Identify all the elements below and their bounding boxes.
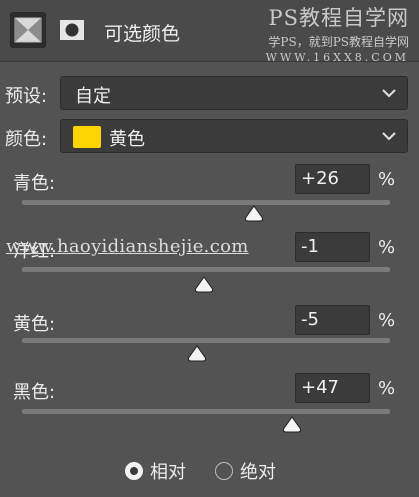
radio-absolute-label: 绝对 (240, 462, 276, 483)
layer-mask-icon (60, 20, 84, 40)
magenta-slider-thumb[interactable] (194, 276, 214, 293)
layer-mask-button[interactable] (54, 12, 90, 48)
cyan-label: 青色: (13, 173, 56, 194)
adjustment-mode-button[interactable] (10, 12, 46, 48)
black-slider-track[interactable] (22, 409, 390, 414)
cyan-slider-track[interactable] (22, 200, 390, 205)
magenta-percent-sign: % (378, 237, 396, 258)
magenta-value-input[interactable]: -1 (295, 232, 370, 262)
chevron-down-icon (382, 89, 396, 98)
preset-value: 自定 (75, 86, 111, 107)
radio-relative-label: 相对 (150, 462, 186, 483)
yellow-percent-sign: % (378, 310, 396, 331)
selective-color-icon (14, 17, 42, 43)
black-percent-sign: % (378, 378, 396, 399)
color-swatch (73, 126, 101, 148)
radio-unselected-icon (215, 462, 233, 480)
preset-select[interactable]: 自定 (60, 76, 408, 110)
yellow-slider-track[interactable] (22, 338, 390, 343)
panel-title: 可选颜色 (104, 23, 181, 45)
preset-label: 预设: (5, 86, 48, 107)
colors-value: 黄色 (109, 129, 145, 150)
black-value-input[interactable]: +47 (295, 373, 370, 403)
watermark-url: www.haoyidianshejie.com (6, 236, 249, 257)
watermark-line1: PS教程自学网 (268, 6, 409, 30)
radio-selected-icon (125, 462, 143, 480)
black-label: 黑色: (13, 382, 56, 403)
radio-absolute[interactable]: 绝对 (215, 458, 276, 484)
yellow-value-input[interactable]: -5 (295, 305, 370, 335)
magenta-slider-track[interactable] (22, 267, 390, 272)
colors-select[interactable]: 黄色 (60, 119, 408, 153)
yellow-label: 黄色: (13, 314, 56, 335)
watermark-line3: WWW.16XX8.COM (265, 51, 409, 64)
radio-relative[interactable]: 相对 (125, 458, 186, 484)
cyan-value-input[interactable]: +26 (295, 164, 370, 194)
cyan-percent-sign: % (378, 169, 396, 190)
cyan-slider-thumb[interactable] (244, 205, 264, 222)
selective-color-panel: 可选颜色 PS教程自学网 学PS，就到PS教程自学网 WWW.16XX8.COM… (0, 0, 419, 497)
watermark-line2: 学PS，就到PS教程自学网 (268, 35, 409, 49)
watermark-top: PS教程自学网 学PS，就到PS教程自学网 WWW.16XX8.COM (266, 2, 409, 64)
yellow-slider-thumb[interactable] (187, 345, 207, 362)
chevron-down-icon (382, 132, 396, 141)
black-slider-thumb[interactable] (282, 416, 302, 433)
panel-header: 可选颜色 PS教程自学网 学PS，就到PS教程自学网 WWW.16XX8.COM (0, 0, 419, 64)
colors-label: 颜色: (5, 129, 48, 150)
